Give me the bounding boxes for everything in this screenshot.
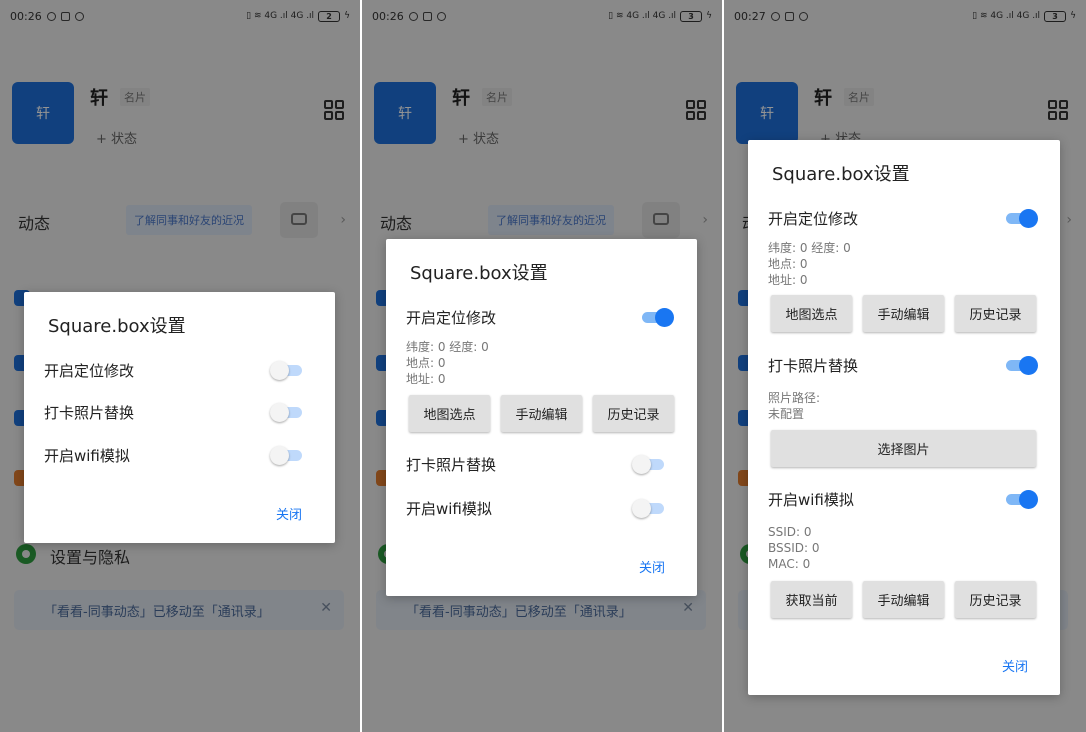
bssid-text: BSSID: 0 bbox=[768, 541, 820, 555]
location-toggle-label: 开启定位修改 bbox=[44, 362, 135, 380]
settings-dialog: Square.box设置 开启定位修改 纬度: 0 经度: 0 地点: 0 地址… bbox=[748, 140, 1060, 695]
wifi-history-button[interactable]: 历史记录 bbox=[955, 581, 1036, 618]
lat-lng-text: 纬度: 0 经度: 0 bbox=[406, 340, 489, 354]
dialog-title: Square.box设置 bbox=[48, 316, 186, 337]
photo-toggle-label: 打卡照片替换 bbox=[44, 404, 135, 422]
address-text: 地址: 0 bbox=[406, 372, 446, 386]
manual-edit-button[interactable]: 手动编辑 bbox=[863, 295, 944, 332]
wifi-toggle[interactable] bbox=[632, 498, 666, 518]
location-toggle[interactable] bbox=[1004, 208, 1038, 228]
select-image-button[interactable]: 选择图片 bbox=[771, 430, 1036, 467]
photo-toggle[interactable] bbox=[1004, 355, 1038, 375]
photo-toggle[interactable] bbox=[632, 454, 666, 474]
place-text: 地点: 0 bbox=[406, 356, 446, 370]
location-toggle[interactable] bbox=[270, 360, 304, 380]
phone-screen-3: 00:27 ▯ ≋ 4G .ıl 4G .ıl 3 ϟ 轩 轩 名片 + 状态 … bbox=[724, 0, 1086, 732]
wifi-toggle[interactable] bbox=[270, 445, 304, 465]
settings-dialog: Square.box设置 开启定位修改 打卡照片替换 开启wifi模拟 关闭 bbox=[24, 292, 335, 543]
photo-toggle-label: 打卡照片替换 bbox=[406, 456, 497, 474]
close-button[interactable]: 关闭 bbox=[639, 557, 665, 576]
get-current-button[interactable]: 获取当前 bbox=[771, 581, 852, 618]
close-button[interactable]: 关闭 bbox=[1002, 656, 1028, 675]
mac-text: MAC: 0 bbox=[768, 557, 811, 571]
wifi-toggle[interactable] bbox=[1004, 489, 1038, 509]
history-button[interactable]: 历史记录 bbox=[593, 395, 674, 432]
location-toggle-label: 开启定位修改 bbox=[768, 210, 859, 228]
photo-toggle[interactable] bbox=[270, 402, 304, 422]
location-toggle-label: 开启定位修改 bbox=[406, 309, 497, 327]
lat-lng-text: 纬度: 0 经度: 0 bbox=[768, 241, 851, 255]
location-toggle[interactable] bbox=[640, 307, 674, 327]
dialog-title: Square.box设置 bbox=[772, 164, 910, 185]
history-button[interactable]: 历史记录 bbox=[955, 295, 1036, 332]
dialog-title: Square.box设置 bbox=[410, 263, 548, 284]
settings-dialog: Square.box设置 开启定位修改 纬度: 0 经度: 0 地点: 0 地址… bbox=[386, 239, 697, 596]
phone-screen-1: 00:26 ▯ ≋ 4G .ıl 4G .ıl 2 ϟ 轩 轩 名片 + 状态 … bbox=[0, 0, 360, 732]
photo-path-value: 未配置 bbox=[768, 407, 805, 421]
close-button[interactable]: 关闭 bbox=[276, 504, 302, 523]
map-pick-button[interactable]: 地图选点 bbox=[771, 295, 852, 332]
wifi-toggle-label: 开启wifi模拟 bbox=[768, 491, 854, 509]
map-pick-button[interactable]: 地图选点 bbox=[409, 395, 490, 432]
photo-path-label: 照片路径: bbox=[768, 391, 821, 405]
phone-screen-2: 00:26 ▯ ≋ 4G .ıl 4G .ıl 3 ϟ 轩 轩 名片 + 状态 … bbox=[362, 0, 722, 732]
place-text: 地点: 0 bbox=[768, 257, 808, 271]
ssid-text: SSID: 0 bbox=[768, 525, 812, 539]
wifi-manual-edit-button[interactable]: 手动编辑 bbox=[863, 581, 944, 618]
photo-toggle-label: 打卡照片替换 bbox=[768, 357, 859, 375]
address-text: 地址: 0 bbox=[768, 273, 808, 287]
wifi-toggle-label: 开启wifi模拟 bbox=[406, 500, 492, 518]
manual-edit-button[interactable]: 手动编辑 bbox=[501, 395, 582, 432]
wifi-toggle-label: 开启wifi模拟 bbox=[44, 447, 130, 465]
